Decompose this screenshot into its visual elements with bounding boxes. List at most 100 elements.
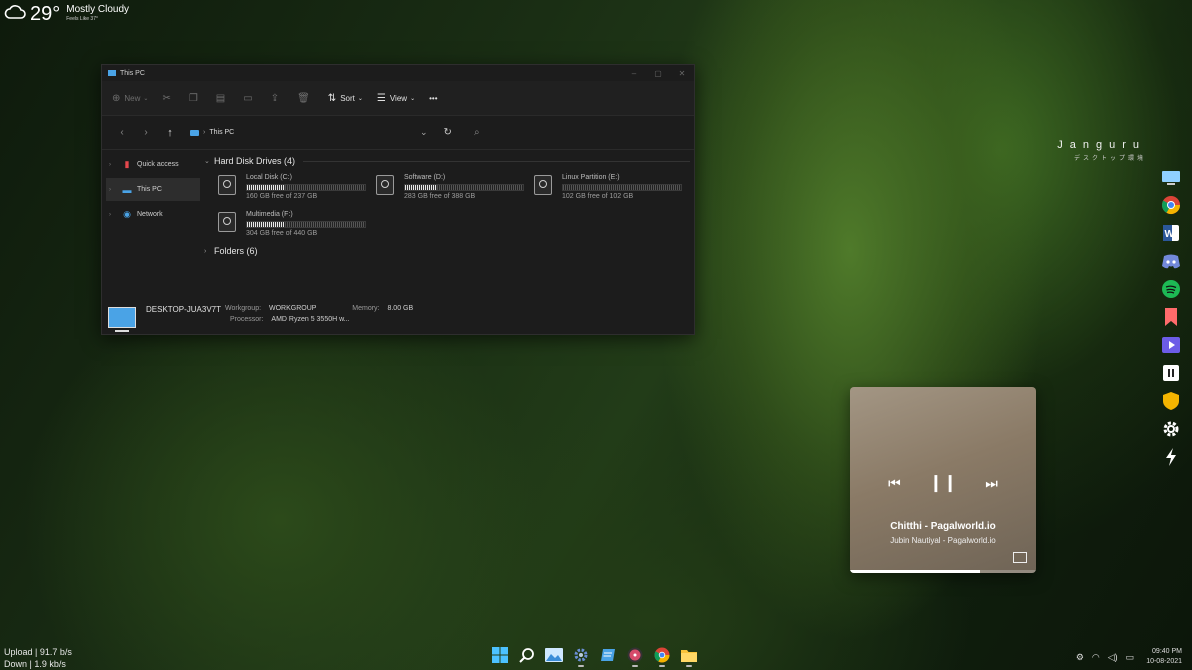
chevron-down-icon: ⌄ [204,158,210,165]
pause-icon[interactable]: ❙❙ [929,473,958,493]
chevron-right-icon: › [203,129,206,136]
computer-icon [190,129,199,136]
weather-condition: Mostly Cloudy [66,4,130,15]
drive-tile[interactable]: Linux Partition (E:) 102 GB free of 102 G… [534,173,692,200]
scissors-icon: ✂ [162,92,171,104]
track-title: Chitthi - Pagalworld.io [890,521,996,532]
workgroup-row: Workgroup: WORKGROUP Memory: 8.00 GB [224,305,414,312]
search-icon[interactable] [518,646,536,664]
maximize-button[interactable]: ▢ [646,69,670,78]
address-bar: ‹ › ↑ › This PC ⌄ ↻ ⌕ [102,116,694,150]
shield-icon[interactable] [1160,390,1182,412]
group-header-drives[interactable]: ⌄ Hard Disk Drives (4) [204,153,690,169]
details-pane: DESKTOP-JUA3V7T Workgroup: WORKGROUP Mem… [108,305,414,332]
drive-name: Local Disk (C:) [246,174,292,181]
drive-tile[interactable]: Multimedia (F:) 304 GB free of 440 GB [218,210,376,237]
sort-button[interactable]: ⇅ Sort ⌄ [328,93,363,104]
hard-drive-icon [218,212,236,232]
rename-button[interactable]: ▭ [243,93,256,104]
trash-icon: 🗑 [297,92,310,104]
chrome-icon[interactable] [1160,194,1182,216]
lightning-icon[interactable] [1160,446,1182,468]
whiteboard-icon[interactable] [599,646,617,664]
settings-icon[interactable] [572,646,590,667]
search-button[interactable]: ⌕ [474,127,480,138]
mini-player-icon[interactable] [1013,552,1027,563]
sidebar-item-quick-access[interactable]: › ▮ Quick access [106,153,200,176]
drive-usage-bar [404,184,524,191]
computer-name: DESKTOP-JUA3V7T [146,305,221,314]
clock[interactable]: 09:40 PM 10-08-2021 [1146,647,1182,667]
music-player-icon[interactable] [626,646,644,667]
computer-icon: ▬ [122,184,132,195]
discord-icon[interactable] [1160,250,1182,272]
view-button[interactable]: ☰ View ⌄ [377,93,415,104]
drive-usage-fill [247,222,284,227]
photos-icon[interactable] [545,646,563,664]
sidebar-item-network[interactable]: › ◉ Network [106,203,200,226]
word-icon[interactable]: W [1160,222,1182,244]
minimize-button[interactable]: – [622,69,646,78]
drive-usage-bar [246,221,366,228]
progress-bar[interactable] [850,570,1036,573]
volume-icon[interactable]: ◁) [1108,652,1118,663]
processor-row: Processor: AMD Ryzen 5 3550H w... [229,316,350,323]
share-icon: ⇪ [270,92,280,104]
pause-app-icon[interactable] [1160,362,1182,384]
settings-icon[interactable] [1160,418,1182,440]
paste-button[interactable]: ▤ [216,93,229,104]
video-icon[interactable] [1160,334,1182,356]
bookmark-icon[interactable] [1160,306,1182,328]
taskbar [491,646,698,667]
start-icon[interactable] [491,646,509,664]
new-button[interactable]: ⊕ New ⌄ [112,93,148,104]
clipboard-icon: ▤ [215,92,226,104]
file-explorer-window: This PC – ▢ ✕ ⊕ New ⌄ ✂ ❐ ▤ ▭ ⇪ 🗑 ⇅ Sort ⌄ ☰… [101,64,695,335]
copy-button[interactable]: ❐ [189,93,202,104]
drive-free-space: 283 GB free of 388 GB [404,193,476,200]
view-icon: ☰ [376,92,386,104]
monitor-icon[interactable] [1160,166,1182,188]
drive-usage-fill [247,185,285,190]
temperature: 29° [30,3,61,25]
wifi-icon[interactable]: ◠ [1092,652,1100,663]
cut-button[interactable]: ✂ [162,93,174,104]
chevron-right-icon: › [204,247,207,255]
share-button[interactable]: ⇪ [271,93,283,104]
spotify-icon[interactable] [1160,278,1182,300]
drive-usage-fill [405,185,437,190]
tray-settings-icon[interactable]: ⚙ [1076,652,1084,663]
time: 09:40 PM [1152,648,1182,655]
up-button[interactable]: ↑ [158,127,182,139]
chevron-right-icon[interactable]: › [109,212,121,218]
upload-row: Upload | 91.7 b/s [4,647,72,657]
back-button[interactable]: ‹ [110,127,134,138]
chevron-right-icon[interactable]: › [109,162,121,168]
chevron-right-icon[interactable]: › [109,187,121,193]
hard-drive-icon [534,175,552,195]
command-bar: ⊕ New ⌄ ✂ ❐ ▤ ▭ ⇪ 🗑 ⇅ Sort ⌄ ☰ View ⌄ ••• [102,81,694,116]
more-button[interactable]: ••• [429,94,437,103]
window-title: This PC [120,69,145,77]
file-explorer-icon[interactable] [680,646,698,667]
delete-button[interactable]: 🗑 [297,93,314,104]
rename-icon: ▭ [243,92,253,104]
hard-drive-icon [218,175,236,195]
monitor-icon [108,307,136,332]
previous-track-icon[interactable]: ⏮ [888,475,901,492]
forward-button[interactable]: › [134,127,158,138]
battery-icon[interactable]: ▭ [1126,652,1135,663]
cloud-icon [4,3,26,26]
close-button[interactable]: ✕ [670,69,694,78]
refresh-button[interactable]: ↻ [444,127,452,138]
breadcrumb[interactable]: › This PC [190,129,410,136]
chevron-down-icon[interactable]: ⌄ [420,127,428,138]
copy-icon: ❐ [188,92,198,104]
title-bar[interactable]: This PC – ▢ ✕ [102,65,694,81]
chrome-icon[interactable] [653,646,671,667]
sidebar-item-this-pc[interactable]: › ▬ This PC [106,178,200,201]
drive-tile[interactable]: Local Disk (C:) 160 GB free of 237 GB [218,173,376,200]
next-track-icon[interactable]: ⏭ [985,475,998,492]
drive-tile[interactable]: Software (D:) 283 GB free of 388 GB [376,173,534,200]
group-header-folders[interactable]: › Folders (6) [204,243,690,259]
